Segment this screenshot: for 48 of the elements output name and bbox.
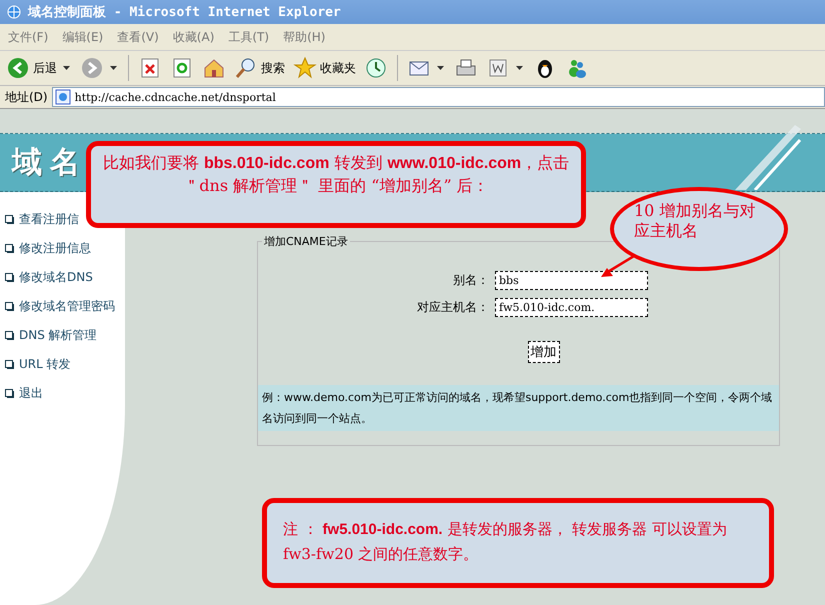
menu-item[interactable]: 收藏(A) — [172, 28, 214, 46]
field-label: 别名： — [452, 272, 489, 289]
checkbox-icon — [5, 360, 14, 368]
checkbox-icon — [5, 330, 14, 340]
caret-icon[interactable] — [63, 66, 70, 70]
callout-bubble: 10 增加别名与对应主机名 — [610, 187, 788, 271]
menu-item[interactable]: 编辑(E) — [62, 28, 104, 46]
checkbox-icon — [5, 214, 14, 224]
back-button[interactable]: 后退 — [4, 55, 59, 81]
checkbox-icon — [5, 244, 14, 252]
favorites-button[interactable]: 收藏夹 — [291, 55, 358, 81]
callout-box: 比如我们要将 bbs.010-idc.com 转发到 www.010-idc.com，点击＂dns 解析管理＂ 里面的 “增加别名” 后： — [86, 141, 586, 228]
note-box: 注 ： fw5.010-idc.com. 是转发的服务器， 转发服务器 可以设置为 fw3-fw20 之间的任意数字。 — [262, 498, 774, 588]
page-icon — [54, 89, 71, 105]
menu-item[interactable]: 文件(F) — [8, 28, 48, 46]
caret-icon[interactable] — [516, 66, 523, 70]
header-title: 域名 — [10, 144, 88, 182]
caret-icon[interactable] — [437, 66, 444, 70]
forward-icon — [80, 56, 104, 80]
search-button[interactable]: 搜索 — [232, 55, 287, 81]
address-field[interactable]: http://cache.cdncache.net/dnsportal — [52, 87, 825, 107]
caret-icon[interactable] — [110, 66, 117, 70]
address-label: 地址(D) — [5, 88, 48, 106]
checkbox-icon — [5, 302, 14, 310]
form-legend: 增加CNAME记录 — [262, 234, 350, 249]
input-field[interactable]: fw5.010-idc.com. — [495, 298, 648, 317]
menu-item[interactable]: 工具(T) — [228, 28, 270, 46]
favorites-icon — [293, 56, 317, 80]
back-icon — [6, 56, 30, 80]
window-title: 域名控制面板 - Microsoft Internet Explorer — [28, 4, 341, 21]
sidebar-link[interactable]: 查看注册信 — [19, 210, 79, 228]
menu-item[interactable]: 帮助(H) — [283, 28, 326, 46]
checkbox-icon — [5, 388, 14, 398]
menu-item[interactable]: 查看(V) — [117, 28, 159, 46]
sidebar-link[interactable]: 修改域名DNS — [19, 268, 93, 286]
sidebar-link[interactable]: 退出 — [19, 384, 43, 402]
sidebar-link[interactable]: URL 转发 — [19, 356, 71, 372]
example-text: 例：www.demo.com为已可正常访问的域名，现希望support.demo.com也指到同一个空间，令两个域名访问到同一个站点。 — [258, 385, 779, 431]
history-icon — [364, 56, 388, 80]
arrow-icon — [600, 255, 636, 279]
globe-icon — [6, 4, 22, 20]
sidebar-link[interactable]: 修改域名管理密码 — [19, 298, 115, 314]
sidebar-link[interactable]: 修改注册信息 — [19, 240, 91, 256]
field-label: 对应主机名： — [416, 299, 489, 316]
sidebar-link[interactable]: DNS 解析管理 — [19, 326, 97, 344]
input-field[interactable]: bbs — [495, 271, 648, 290]
add-button[interactable]: 增加 — [528, 341, 560, 363]
checkbox-icon — [5, 272, 14, 282]
